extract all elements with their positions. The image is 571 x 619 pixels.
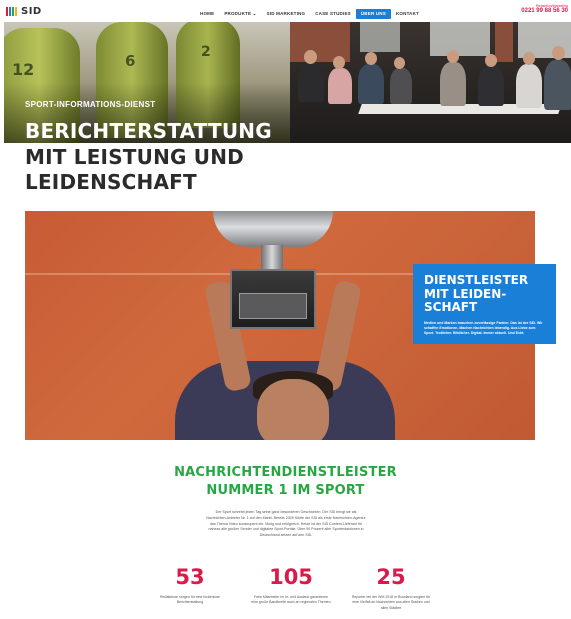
person-head bbox=[304, 50, 317, 64]
window bbox=[430, 22, 490, 56]
hero-image-meeting bbox=[290, 22, 571, 143]
person-shape bbox=[328, 68, 352, 104]
person-shape bbox=[298, 62, 324, 102]
logo-bar-red bbox=[6, 7, 8, 16]
person-shape bbox=[358, 64, 384, 104]
main-nav: HOME PRODUKTE ⌄ SID MARKETING CASE STUDI… bbox=[195, 9, 424, 19]
logo-bar-blue bbox=[9, 7, 11, 16]
nav-item-sid-marketing[interactable]: SID MARKETING bbox=[262, 9, 311, 19]
stat-block: 25 Reporter bei der WM 2018 in Russland … bbox=[351, 566, 431, 611]
hero-title-line-1: BERICHTERSTATTUNG bbox=[25, 119, 272, 143]
sid-logo[interactable]: SID bbox=[6, 6, 42, 17]
person-head bbox=[394, 57, 405, 69]
person-shape bbox=[516, 64, 542, 108]
person-head bbox=[485, 54, 497, 67]
person-shape bbox=[390, 68, 412, 104]
feature-title-line-2: MIT LEIDEN- bbox=[424, 286, 507, 301]
nav-item-kontakt[interactable]: KONTAKT bbox=[391, 9, 424, 19]
header-contact: Redaktion/Marketing 0221 99 88 56 30 bbox=[521, 4, 568, 14]
section-title-line-1: NACHRICHTENDIENSTLEISTER bbox=[174, 465, 397, 480]
site-header: SID HOME PRODUKTE ⌄ SID MARKETING CASE S… bbox=[0, 0, 571, 22]
person-shape bbox=[478, 66, 504, 106]
contact-phone[interactable]: 0221 99 88 56 30 bbox=[521, 8, 568, 14]
seat-number: 12 bbox=[12, 60, 35, 79]
nav-item-home[interactable]: HOME bbox=[195, 9, 219, 19]
stat-description: Reporter bei der WM 2018 in Russland sor… bbox=[351, 595, 431, 610]
person-head bbox=[365, 52, 377, 65]
trophy-plate bbox=[239, 293, 307, 319]
feature-title-line-1: DIENSTLEISTER bbox=[424, 273, 529, 287]
logo-bar-green bbox=[12, 7, 14, 16]
stat-number: 105 bbox=[269, 565, 313, 589]
stat-description: Redakteure sorgen für eine lückenlose Be… bbox=[160, 595, 220, 605]
person-shape bbox=[440, 62, 466, 106]
person-head bbox=[552, 46, 565, 60]
feature-box: DIENSTLEISTER MIT LEIDEN- SCHAFT Medien … bbox=[413, 264, 556, 344]
nav-item-produkte[interactable]: PRODUKTE ⌄ bbox=[219, 9, 261, 19]
stat-block: 105 Freie Mitarbeiter im In- und Ausland… bbox=[251, 566, 331, 606]
hero-title-line-2: MIT LEISTUNG UND bbox=[25, 145, 244, 169]
hero-title-line-3: LEIDENSCHAFT bbox=[25, 170, 197, 194]
trophy-bowl bbox=[213, 211, 333, 247]
brick-wall bbox=[495, 22, 513, 62]
trophy-stem bbox=[261, 245, 283, 271]
seat-number: 2 bbox=[201, 44, 211, 60]
nav-item-case-studies[interactable]: CASE STUDIES bbox=[310, 9, 356, 19]
player-face bbox=[257, 379, 329, 440]
seat-number: 6 bbox=[125, 52, 136, 70]
person-shape bbox=[544, 60, 571, 110]
nav-item-ueber-uns[interactable]: ÜBER UNS bbox=[355, 9, 391, 19]
person-head bbox=[333, 56, 345, 69]
stat-number: 25 bbox=[376, 565, 406, 589]
person-head bbox=[447, 50, 459, 63]
logo-bar-yellow bbox=[15, 7, 17, 16]
window bbox=[360, 22, 400, 52]
feature-title-line-3: SCHAFT bbox=[424, 300, 478, 314]
feature-text: Medien und Marken brauchen zuverlässige … bbox=[424, 320, 543, 335]
hero-kicker: SPORT-INFORMATIONS-DIENST bbox=[25, 100, 156, 109]
section-paragraph: Der Sport schreibt jeden Tag seine ganz … bbox=[206, 510, 366, 538]
logo-text: SID bbox=[21, 6, 42, 17]
stat-number: 53 bbox=[175, 565, 205, 589]
stat-block: 53 Redakteure sorgen für eine lückenlose… bbox=[150, 566, 230, 606]
feature-title: DIENSTLEISTER MIT LEIDEN- SCHAFT bbox=[424, 273, 546, 315]
logo-bars-icon bbox=[6, 7, 17, 16]
person-head bbox=[523, 52, 535, 65]
stat-description: Freie Mitarbeiter im In- und Ausland gar… bbox=[251, 595, 331, 605]
section-title-line-2: NUMMER 1 IM SPORT bbox=[206, 483, 365, 498]
